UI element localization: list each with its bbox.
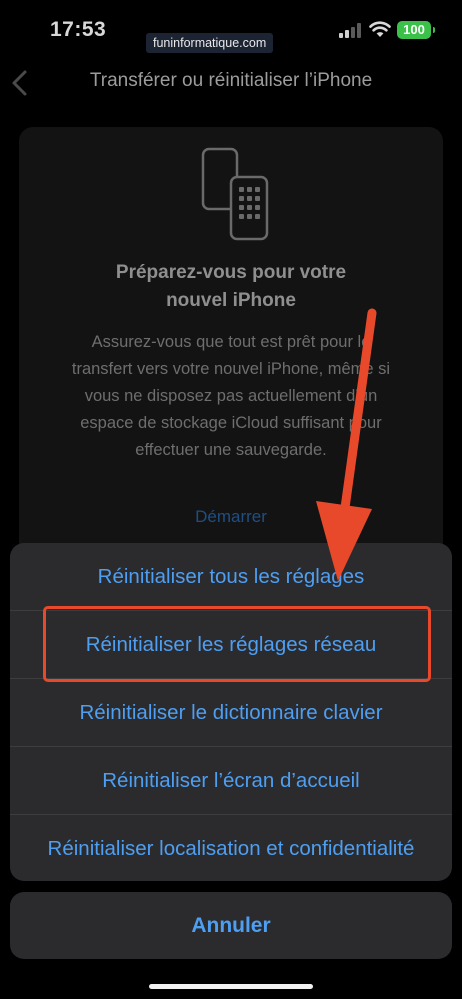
wifi-icon [369,21,391,37]
home-indicator[interactable] [149,984,313,989]
reset-location-privacy-button[interactable]: Réinitialiser localisation et confidenti… [10,815,452,881]
reset-keyboard-dictionary-button[interactable]: Réinitialiser le dictionnaire clavier [10,679,452,746]
red-arrow-icon [316,308,377,581]
cellular-signal-icon [339,22,363,38]
highlight-box [43,606,431,682]
status-time: 17:53 [50,18,107,41]
page-title: Transférer ou réinitialiser l’iPhone [89,70,373,91]
two-phones-icon [201,147,269,241]
status-bar: 17:53 funinformatique.com 100 [0,0,462,56]
watermark: funinformatique.com [146,33,274,53]
battery-icon: 100 [397,21,435,39]
card-title-line: Préparez-vous pour votre [115,262,347,283]
reset-action-sheet: Réinitialiser tous les réglages Réinitia… [10,543,452,881]
cancel-button[interactable]: Annuler [10,892,452,959]
reset-home-screen-button[interactable]: Réinitialiser l’écran d’accueil [10,747,452,814]
